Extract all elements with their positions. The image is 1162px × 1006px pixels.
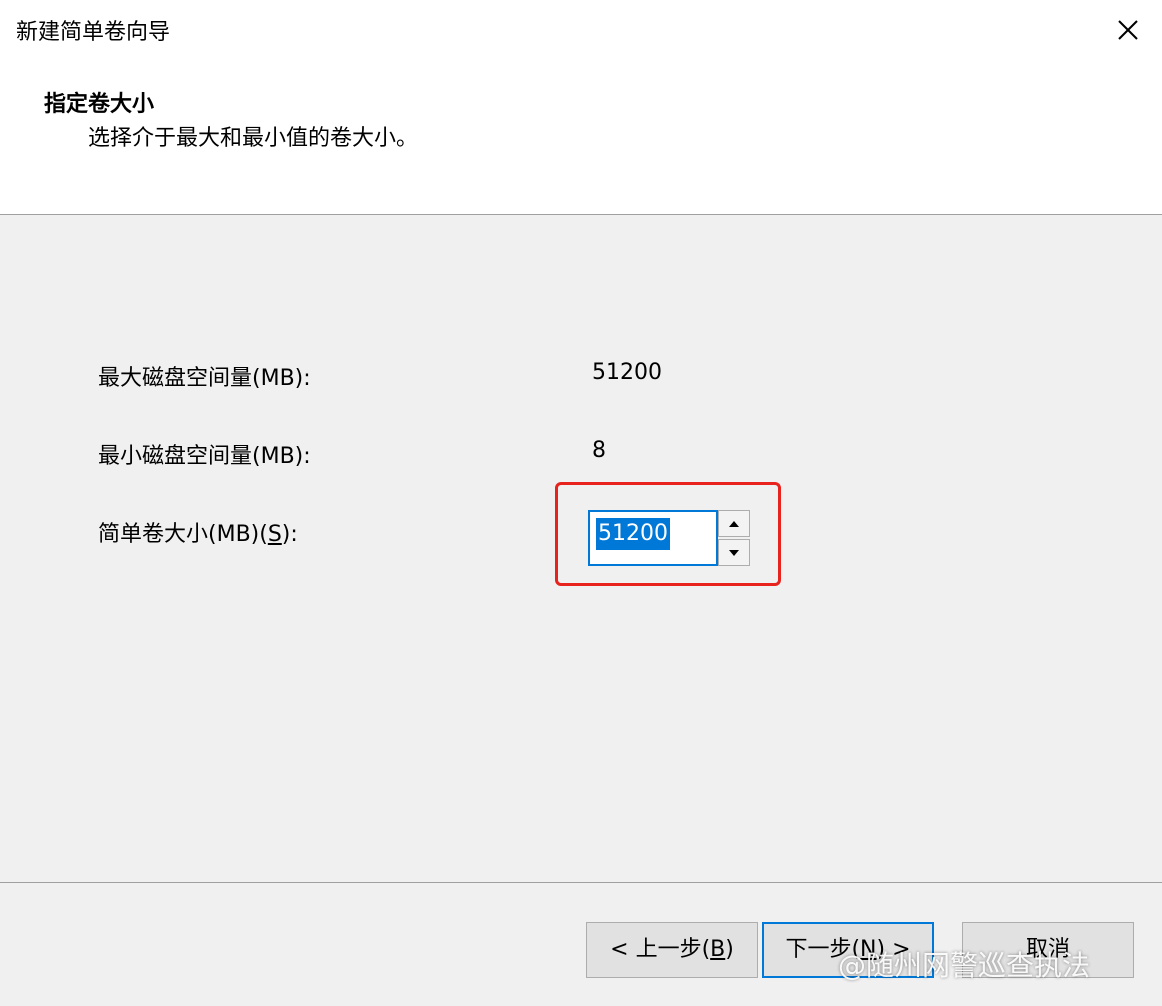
close-button[interactable] bbox=[1108, 10, 1148, 50]
spin-down-button[interactable] bbox=[718, 539, 750, 566]
volume-size-value: 51200 bbox=[596, 518, 670, 550]
next-label-suffix: ) > bbox=[876, 937, 911, 962]
back-label-prefix: < 上一步( bbox=[610, 937, 711, 962]
close-icon bbox=[1118, 20, 1138, 40]
page-title: 指定卷大小 bbox=[44, 92, 155, 117]
volume-size-access-key: S bbox=[267, 522, 282, 547]
spin-up-button[interactable] bbox=[718, 510, 750, 537]
max-size-label: 最大磁盘空间量(MB): bbox=[98, 366, 311, 391]
next-button[interactable]: 下一步(N) > bbox=[762, 922, 934, 978]
volume-size-stepper bbox=[718, 510, 750, 566]
page-subtitle: 选择介于最大和最小值的卷大小。 bbox=[88, 126, 419, 151]
volume-size-input[interactable]: 51200 bbox=[588, 510, 718, 566]
chevron-down-icon bbox=[729, 550, 739, 556]
chevron-up-icon bbox=[729, 521, 739, 527]
title-bar: 新建简单卷向导 bbox=[0, 0, 1162, 64]
volume-size-label: 简单卷大小(MB)(S): bbox=[98, 516, 298, 548]
wizard-header: 指定卷大小 选择介于最大和最小值的卷大小。 bbox=[0, 64, 1162, 215]
volume-size-label-suffix: ): bbox=[281, 522, 298, 547]
back-access-key: B bbox=[710, 937, 726, 962]
next-access-key: N bbox=[860, 937, 877, 962]
min-size-value: 8 bbox=[592, 438, 606, 463]
back-label-suffix: ) bbox=[725, 937, 734, 962]
cancel-button[interactable]: 取消 bbox=[962, 922, 1134, 978]
new-simple-volume-wizard: 新建简单卷向导 指定卷大小 选择介于最大和最小值的卷大小。 最大磁盘空间量(MB… bbox=[0, 0, 1162, 1006]
footer-divider bbox=[0, 882, 1162, 883]
window-title: 新建简单卷向导 bbox=[16, 20, 171, 45]
next-label-prefix: 下一步( bbox=[785, 937, 861, 962]
max-size-value: 51200 bbox=[592, 360, 662, 385]
back-button[interactable]: < 上一步(B) bbox=[586, 922, 758, 978]
min-size-label: 最小磁盘空间量(MB): bbox=[98, 444, 311, 469]
volume-size-label-prefix: 简单卷大小(MB)( bbox=[98, 522, 268, 547]
